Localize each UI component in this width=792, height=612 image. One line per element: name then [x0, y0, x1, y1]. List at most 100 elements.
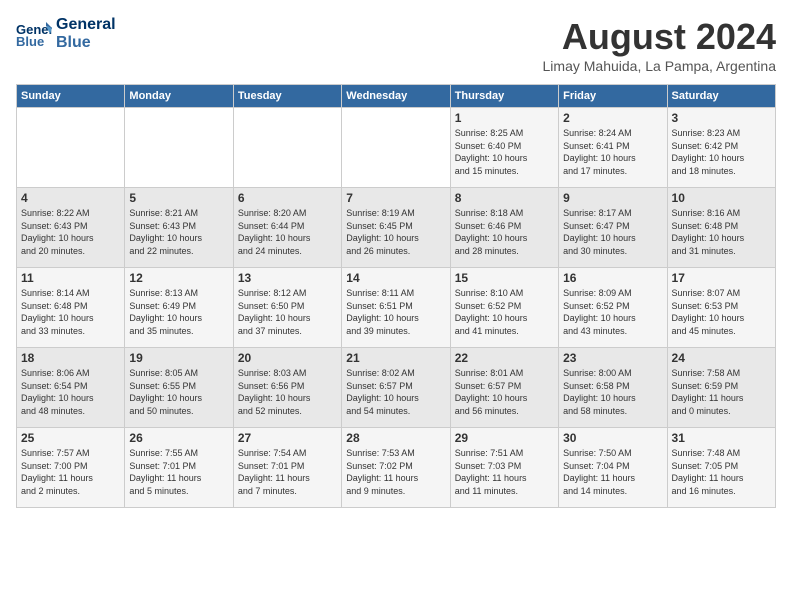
- day-number: 26: [129, 431, 228, 445]
- day-info: Sunrise: 8:07 AM Sunset: 6:53 PM Dayligh…: [672, 287, 771, 337]
- calendar-cell: 7 Sunrise: 8:19 AM Sunset: 6:45 PM Daylig…: [342, 188, 450, 268]
- day-number: 25: [21, 431, 120, 445]
- calendar-cell: 2Sunrise: 8:24 AM Sunset: 6:41 PM Daylig…: [559, 108, 667, 188]
- location-subtitle: Limay Mahuida, La Pampa, Argentina: [543, 58, 776, 74]
- day-info: Sunrise: 8:16 AM Sunset: 6:48 PM Dayligh…: [672, 207, 771, 257]
- calendar-cell: 16 Sunrise: 8:09 AM Sunset: 6:52 PM Dayli…: [559, 268, 667, 348]
- weekday-header-sunday: Sunday: [17, 85, 125, 108]
- day-number: 7: [346, 191, 445, 205]
- day-number: 17: [672, 271, 771, 285]
- day-number: 5: [129, 191, 228, 205]
- day-number: 29: [455, 431, 554, 445]
- calendar-cell: [17, 108, 125, 188]
- calendar-cell: 25 Sunrise: 7:57 AM Sunset: 7:00 PM Dayli…: [17, 428, 125, 508]
- calendar-cell: 13 Sunrise: 8:12 AM Sunset: 6:50 PM Dayli…: [233, 268, 341, 348]
- day-info: Sunrise: 8:12 AM Sunset: 6:50 PM Dayligh…: [238, 287, 337, 337]
- calendar-cell: 22 Sunrise: 8:01 AM Sunset: 6:57 PM Dayli…: [450, 348, 558, 428]
- day-info: Sunrise: 8:14 AM Sunset: 6:48 PM Dayligh…: [21, 287, 120, 337]
- day-info: Sunrise: 8:25 AM Sunset: 6:40 PM Dayligh…: [455, 127, 554, 177]
- day-info: Sunrise: 7:48 AM Sunset: 7:05 PM Dayligh…: [672, 447, 771, 497]
- calendar-cell: 4 Sunrise: 8:22 AM Sunset: 6:43 PM Daylig…: [17, 188, 125, 268]
- day-info: Sunrise: 7:50 AM Sunset: 7:04 PM Dayligh…: [563, 447, 662, 497]
- calendar-cell: 21 Sunrise: 8:02 AM Sunset: 6:57 PM Dayli…: [342, 348, 450, 428]
- logo: General Blue General Blue: [16, 16, 116, 51]
- calendar-cell: 31 Sunrise: 7:48 AM Sunset: 7:05 PM Dayli…: [667, 428, 775, 508]
- day-number: 28: [346, 431, 445, 445]
- weekday-header-row: SundayMondayTuesdayWednesdayThursdayFrid…: [17, 85, 776, 108]
- calendar-cell: 8Sunrise: 8:18 AM Sunset: 6:46 PM Daylig…: [450, 188, 558, 268]
- calendar-cell: 28 Sunrise: 7:53 AM Sunset: 7:02 PM Dayli…: [342, 428, 450, 508]
- calendar-cell: 29Sunrise: 7:51 AM Sunset: 7:03 PM Dayli…: [450, 428, 558, 508]
- calendar-cell: 14 Sunrise: 8:11 AM Sunset: 6:51 PM Dayli…: [342, 268, 450, 348]
- day-number: 20: [238, 351, 337, 365]
- day-number: 10: [672, 191, 771, 205]
- day-info: Sunrise: 8:09 AM Sunset: 6:52 PM Dayligh…: [563, 287, 662, 337]
- calendar-cell: [125, 108, 233, 188]
- week-row-1: 1 Sunrise: 8:25 AM Sunset: 6:40 PM Daylig…: [17, 108, 776, 188]
- day-number: 14: [346, 271, 445, 285]
- day-number: 30: [563, 431, 662, 445]
- day-number: 15: [455, 271, 554, 285]
- page-header: General Blue General Blue August 2024 Li…: [16, 16, 776, 74]
- calendar-cell: 5 Sunrise: 8:21 AM Sunset: 6:43 PM Daylig…: [125, 188, 233, 268]
- day-number: 9: [563, 191, 662, 205]
- day-number: 23: [563, 351, 662, 365]
- calendar-table: SundayMondayTuesdayWednesdayThursdayFrid…: [16, 84, 776, 508]
- calendar-cell: 15Sunrise: 8:10 AM Sunset: 6:52 PM Dayli…: [450, 268, 558, 348]
- day-number: 11: [21, 271, 120, 285]
- day-number: 13: [238, 271, 337, 285]
- day-number: 24: [672, 351, 771, 365]
- calendar-cell: 12 Sunrise: 8:13 AM Sunset: 6:49 PM Dayli…: [125, 268, 233, 348]
- week-row-3: 11 Sunrise: 8:14 AM Sunset: 6:48 PM Dayli…: [17, 268, 776, 348]
- day-number: 19: [129, 351, 228, 365]
- calendar-cell: [342, 108, 450, 188]
- day-number: 31: [672, 431, 771, 445]
- logo-icon: General Blue: [16, 20, 52, 48]
- calendar-cell: 17 Sunrise: 8:07 AM Sunset: 6:53 PM Dayli…: [667, 268, 775, 348]
- weekday-header-friday: Friday: [559, 85, 667, 108]
- day-info: Sunrise: 8:13 AM Sunset: 6:49 PM Dayligh…: [129, 287, 228, 337]
- calendar-cell: 27Sunrise: 7:54 AM Sunset: 7:01 PM Dayli…: [233, 428, 341, 508]
- day-number: 12: [129, 271, 228, 285]
- day-info: Sunrise: 8:17 AM Sunset: 6:47 PM Dayligh…: [563, 207, 662, 257]
- calendar-cell: 11 Sunrise: 8:14 AM Sunset: 6:48 PM Dayli…: [17, 268, 125, 348]
- calendar-cell: 6 Sunrise: 8:20 AM Sunset: 6:44 PM Daylig…: [233, 188, 341, 268]
- calendar-cell: 9 Sunrise: 8:17 AM Sunset: 6:47 PM Daylig…: [559, 188, 667, 268]
- day-number: 16: [563, 271, 662, 285]
- weekday-header-monday: Monday: [125, 85, 233, 108]
- day-info: Sunrise: 7:57 AM Sunset: 7:00 PM Dayligh…: [21, 447, 120, 497]
- day-number: 1: [455, 111, 554, 125]
- day-number: 8: [455, 191, 554, 205]
- week-row-5: 25 Sunrise: 7:57 AM Sunset: 7:00 PM Dayli…: [17, 428, 776, 508]
- day-info: Sunrise: 8:24 AM Sunset: 6:41 PM Dayligh…: [563, 127, 662, 177]
- title-area: August 2024 Limay Mahuida, La Pampa, Arg…: [543, 16, 776, 74]
- weekday-header-saturday: Saturday: [667, 85, 775, 108]
- svg-text:Blue: Blue: [16, 34, 44, 48]
- day-info: Sunrise: 8:05 AM Sunset: 6:55 PM Dayligh…: [129, 367, 228, 417]
- day-info: Sunrise: 8:20 AM Sunset: 6:44 PM Dayligh…: [238, 207, 337, 257]
- day-number: 3: [672, 111, 771, 125]
- day-info: Sunrise: 8:19 AM Sunset: 6:45 PM Dayligh…: [346, 207, 445, 257]
- month-year-title: August 2024: [543, 16, 776, 58]
- day-info: Sunrise: 7:55 AM Sunset: 7:01 PM Dayligh…: [129, 447, 228, 497]
- day-info: Sunrise: 8:22 AM Sunset: 6:43 PM Dayligh…: [21, 207, 120, 257]
- day-number: 4: [21, 191, 120, 205]
- day-number: 22: [455, 351, 554, 365]
- day-info: Sunrise: 8:01 AM Sunset: 6:57 PM Dayligh…: [455, 367, 554, 417]
- day-info: Sunrise: 8:03 AM Sunset: 6:56 PM Dayligh…: [238, 367, 337, 417]
- day-info: Sunrise: 8:11 AM Sunset: 6:51 PM Dayligh…: [346, 287, 445, 337]
- calendar-cell: 19 Sunrise: 8:05 AM Sunset: 6:55 PM Dayli…: [125, 348, 233, 428]
- day-info: Sunrise: 8:02 AM Sunset: 6:57 PM Dayligh…: [346, 367, 445, 417]
- calendar-cell: 1 Sunrise: 8:25 AM Sunset: 6:40 PM Daylig…: [450, 108, 558, 188]
- weekday-header-thursday: Thursday: [450, 85, 558, 108]
- day-number: 6: [238, 191, 337, 205]
- day-info: Sunrise: 7:58 AM Sunset: 6:59 PM Dayligh…: [672, 367, 771, 417]
- day-number: 21: [346, 351, 445, 365]
- day-info: Sunrise: 8:21 AM Sunset: 6:43 PM Dayligh…: [129, 207, 228, 257]
- week-row-2: 4 Sunrise: 8:22 AM Sunset: 6:43 PM Daylig…: [17, 188, 776, 268]
- calendar-cell: 3Sunrise: 8:23 AM Sunset: 6:42 PM Daylig…: [667, 108, 775, 188]
- weekday-header-wednesday: Wednesday: [342, 85, 450, 108]
- logo-text-general: General: [56, 16, 116, 34]
- day-info: Sunrise: 7:53 AM Sunset: 7:02 PM Dayligh…: [346, 447, 445, 497]
- calendar-cell: 23Sunrise: 8:00 AM Sunset: 6:58 PM Dayli…: [559, 348, 667, 428]
